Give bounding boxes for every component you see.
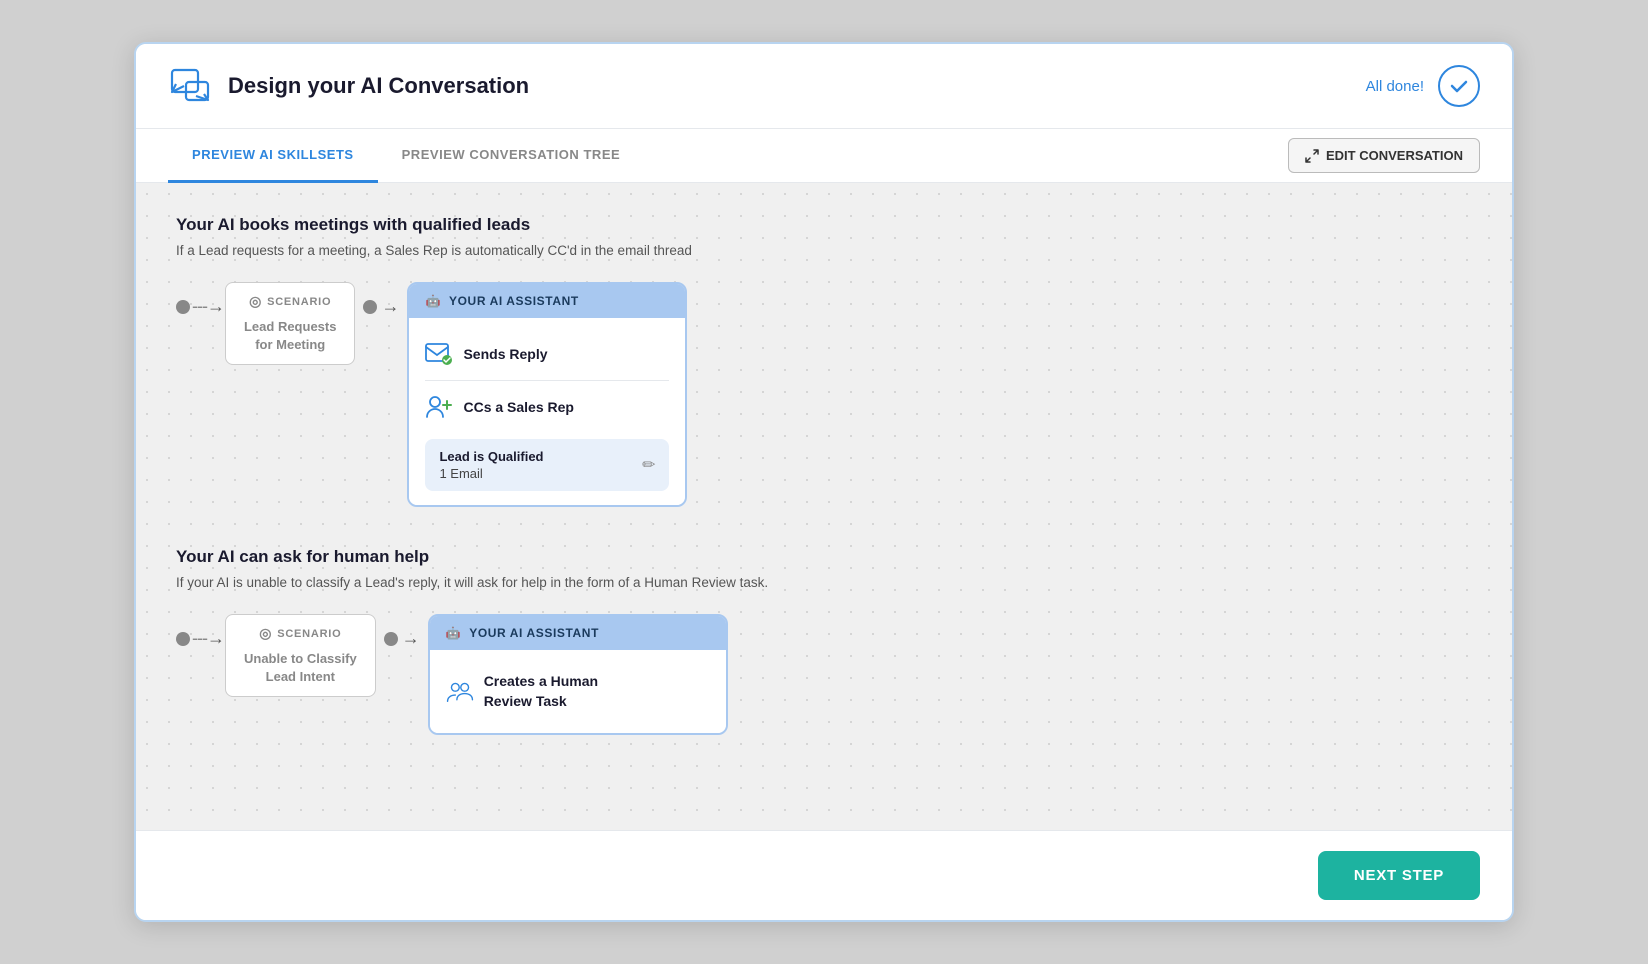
scenario-label-human: ◎ SCENARIO <box>259 625 341 642</box>
robot-icon-meeting: 🤖 <box>425 294 441 308</box>
expand-icon <box>1305 149 1319 163</box>
next-step-button[interactable]: NEXT STEP <box>1318 851 1480 900</box>
qualified-card-subtitle: 1 Email <box>439 466 543 481</box>
ai-box-body-human: Creates a HumanReview Task <box>430 650 726 733</box>
tab-preview-skillsets[interactable]: PREVIEW AI SKILLSETS <box>168 129 378 183</box>
meeting-section: Your AI books meetings with qualified le… <box>176 215 1472 507</box>
scenario-box-human: ◎ SCENARIO Unable to ClassifyLead Intent <box>225 614 376 697</box>
connector-meeting: → <box>363 296 399 317</box>
tab-preview-tree[interactable]: PREVIEW CONVERSATION TREE <box>378 129 645 183</box>
person-add-icon <box>425 393 453 421</box>
edit-conversation-button[interactable]: EDIT CONVERSATION <box>1288 138 1480 173</box>
scenario-box-meeting: ◎ SCENARIO Lead Requestsfor Meeting <box>225 282 355 365</box>
sends-reply-label: Sends Reply <box>463 346 547 362</box>
scenario-value-meeting: Lead Requestsfor Meeting <box>244 318 336 354</box>
qualified-card-content: Lead is Qualified 1 Email <box>439 449 543 481</box>
ai-box-meeting: 🤖 YOUR AI ASSISTANT <box>407 282 687 507</box>
robot-icon-human: 🤖 <box>446 626 462 640</box>
edit-conversation-label: EDIT CONVERSATION <box>1326 148 1463 163</box>
ai-box-human: 🤖 YOUR AI ASSISTANT <box>428 614 728 735</box>
sends-reply-action: Sends Reply <box>425 332 669 376</box>
tabs-bar: PREVIEW AI SKILLSETS PREVIEW CONVERSATIO… <box>136 129 1512 183</box>
ccs-rep-label: CCs a Sales Rep <box>463 399 574 415</box>
creates-task-label: Creates a HumanReview Task <box>484 672 598 711</box>
dashed-connector: - - - <box>192 296 205 317</box>
done-check-icon <box>1438 65 1480 107</box>
qualified-card[interactable]: Lead is Qualified 1 Email ✏ <box>425 439 669 491</box>
connector-dot-human <box>384 632 398 646</box>
modal-container: Design your AI Conversation All done! PR… <box>134 42 1514 922</box>
human-help-flow-row: - - - → ◎ SCENARIO Unable to ClassifyLea… <box>176 614 1472 735</box>
all-done-label: All done! <box>1366 78 1424 95</box>
connector-arrow-human: → <box>402 628 420 649</box>
signal-icon-human: ◎ <box>259 625 272 642</box>
qualified-card-title: Lead is Qualified <box>439 449 543 464</box>
arrow-right-human: → <box>207 628 225 649</box>
conversation-icon <box>168 64 212 108</box>
meeting-section-title: Your AI books meetings with qualified le… <box>176 215 1472 235</box>
qualified-card-edit-icon[interactable]: ✏ <box>642 455 655 475</box>
ai-box-body-meeting: Sends Reply <box>409 318 685 505</box>
scenario-label-meeting: ◎ SCENARIO <box>249 293 331 310</box>
flow-start-human: - - - → <box>176 628 225 649</box>
divider-1 <box>425 380 669 381</box>
dashed-connector-human: - - - <box>192 628 205 649</box>
flow-start-meeting: - - - → <box>176 296 225 317</box>
human-help-desc: If your AI is unable to classify a Lead'… <box>176 575 1472 590</box>
connector-human: → <box>384 628 420 649</box>
start-dot <box>176 300 190 314</box>
ai-box-header-human: 🤖 YOUR AI ASSISTANT <box>430 616 726 650</box>
creates-task-action: Creates a HumanReview Task <box>446 664 710 719</box>
connector-dot <box>363 300 377 314</box>
connector-arrow: → <box>381 296 399 317</box>
ai-box-header-meeting: 🤖 YOUR AI ASSISTANT <box>409 284 685 318</box>
modal-header: Design your AI Conversation All done! <box>136 44 1512 129</box>
ccs-rep-action: CCs a Sales Rep <box>425 385 669 429</box>
modal-footer: NEXT STEP <box>136 830 1512 920</box>
human-help-title: Your AI can ask for human help <box>176 547 1472 567</box>
meeting-flow-row: - - - → ◎ SCENARIO Lead Requestsfor Meet… <box>176 282 1472 507</box>
email-check-icon <box>425 340 453 368</box>
people-icon <box>446 678 474 706</box>
human-help-section: Your AI can ask for human help If your A… <box>176 547 1472 735</box>
meeting-section-desc: If a Lead requests for a meeting, a Sale… <box>176 243 1472 258</box>
page-title: Design your AI Conversation <box>228 73 1366 99</box>
signal-icon: ◎ <box>249 293 262 310</box>
arrow-right: → <box>207 296 225 317</box>
scenario-value-human: Unable to ClassifyLead Intent <box>244 650 357 686</box>
content-area: Your AI books meetings with qualified le… <box>136 183 1512 830</box>
start-dot-human <box>176 632 190 646</box>
